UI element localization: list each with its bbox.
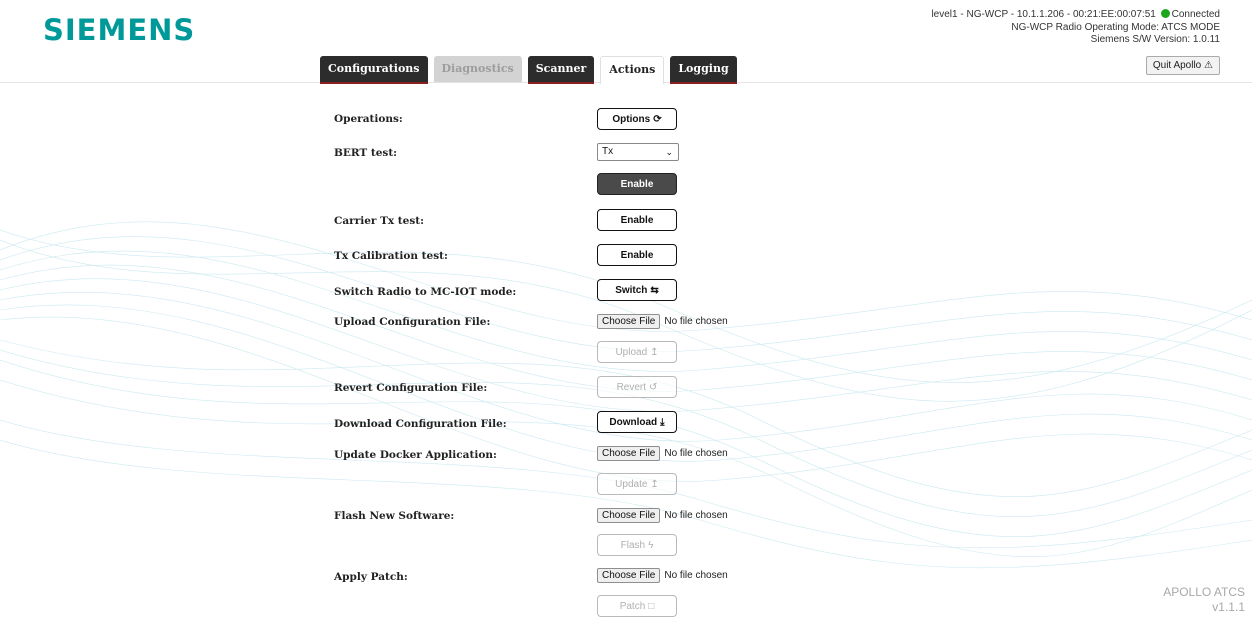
tab-logging[interactable]: Logging xyxy=(670,56,737,82)
upload-icon: ↥ xyxy=(650,346,659,358)
patch-file-status: No file chosen xyxy=(664,570,728,581)
background-waves xyxy=(0,221,1252,569)
tab-scanner[interactable]: Scanner xyxy=(527,56,595,82)
swap-icon: ⇆ xyxy=(650,284,659,296)
bert-enable-button[interactable]: Enable xyxy=(597,173,677,195)
operations-label: Operations: xyxy=(334,113,403,125)
docker-file-status: No file chosen xyxy=(664,448,728,459)
refresh-icon: ⟳ xyxy=(653,113,662,125)
update-label: Update xyxy=(615,478,648,490)
revert-button[interactable]: Revert ↺ xyxy=(597,376,677,398)
tab-diagnostics[interactable]: Diagnostics xyxy=(433,56,522,82)
chevron-down-icon: ⌄ xyxy=(665,147,673,157)
flash-file-status: No file chosen xyxy=(664,510,728,521)
tx-calibration-label: Tx Calibration test: xyxy=(334,250,448,262)
patch-button[interactable]: Patch □ xyxy=(597,595,677,617)
docker-file-picker: Choose File No file chosen xyxy=(597,446,728,461)
tab-actions[interactable]: Actions xyxy=(600,56,665,84)
main-tabs: Configurations Diagnostics Scanner Actio… xyxy=(320,56,737,84)
flash-software-label: Flash New Software: xyxy=(334,510,455,522)
patch-label: Patch xyxy=(619,600,646,612)
upload-label: Upload xyxy=(615,346,648,358)
bert-mode-value: Tx xyxy=(602,146,614,157)
software-version: Siemens S/W Version: 1.0.11 xyxy=(1090,34,1220,45)
undo-icon: ↺ xyxy=(649,381,658,393)
patch-file-picker: Choose File No file chosen xyxy=(597,568,728,583)
apply-patch-label: Apply Patch: xyxy=(334,571,408,583)
upload-file-status: No file chosen xyxy=(664,316,728,327)
quit-apollo-label: Quit Apollo xyxy=(1152,60,1202,71)
tab-configurations[interactable]: Configurations xyxy=(320,56,428,82)
flash-choose-file-button[interactable]: Choose File xyxy=(597,508,661,523)
options-label: Options xyxy=(612,113,651,125)
options-button[interactable]: Options ⟳ xyxy=(597,108,677,130)
patch-choose-file-button[interactable]: Choose File xyxy=(597,568,661,583)
switch-mode-label: Switch Radio to MC-IOT mode: xyxy=(334,286,517,298)
lightning-icon: ϟ xyxy=(648,539,654,551)
carrier-tx-label: Carrier Tx test: xyxy=(334,215,424,227)
app-version-footer: APOLLO ATCS v1.1.1 xyxy=(1163,585,1245,615)
warning-icon: ⚠ xyxy=(1204,60,1213,71)
download-config-label: Download Configuration File: xyxy=(334,418,507,430)
bert-mode-select[interactable]: Tx ⌄ xyxy=(597,143,679,161)
app-version: v1.1.1 xyxy=(1212,600,1245,614)
connected-dot-icon xyxy=(1160,9,1170,18)
carrier-enable-button[interactable]: Enable xyxy=(597,209,677,231)
connection-state: Connected xyxy=(1171,9,1220,20)
upload-file-picker: Choose File No file chosen xyxy=(597,314,728,329)
quit-apollo-button[interactable]: Quit Apollo ⚠ xyxy=(1145,56,1220,75)
calibration-enable-button[interactable]: Enable xyxy=(597,244,677,266)
download-button[interactable]: Download ⤓ xyxy=(597,411,677,433)
docker-choose-file-button[interactable]: Choose File xyxy=(597,446,661,461)
switch-button[interactable]: Switch ⇆ xyxy=(597,279,677,301)
siemens-logo: SIEMENS xyxy=(43,13,196,47)
patch-icon: □ xyxy=(648,600,655,612)
device-info: level1 - NG-WCP - 10.1.1.206 - 00:21:EE:… xyxy=(931,9,1156,20)
app-name: APOLLO ATCS xyxy=(1163,585,1245,599)
connection-status: level1 - NG-WCP - 10.1.1.206 - 00:21:EE:… xyxy=(931,9,1220,47)
switch-label: Switch xyxy=(615,284,648,296)
bert-test-label: BERT test: xyxy=(334,147,398,159)
upload-icon: ↥ xyxy=(650,478,659,490)
update-button[interactable]: Update ↥ xyxy=(597,473,677,495)
revert-config-label: Revert Configuration File: xyxy=(334,382,488,394)
download-icon: ⤓ xyxy=(660,416,665,428)
download-label: Download xyxy=(609,416,658,428)
flash-label: Flash xyxy=(620,539,646,551)
update-docker-label: Update Docker Application: xyxy=(334,449,497,461)
revert-label: Revert xyxy=(616,381,647,393)
upload-config-label: Upload Configuration File: xyxy=(334,316,491,328)
upload-choose-file-button[interactable]: Choose File xyxy=(597,314,661,329)
upload-button[interactable]: Upload ↥ xyxy=(597,341,677,363)
operating-mode: NG-WCP Radio Operating Mode: ATCS MODE xyxy=(1011,21,1220,33)
flash-button[interactable]: Flash ϟ xyxy=(597,534,677,556)
flash-file-picker: Choose File No file chosen xyxy=(597,508,728,523)
